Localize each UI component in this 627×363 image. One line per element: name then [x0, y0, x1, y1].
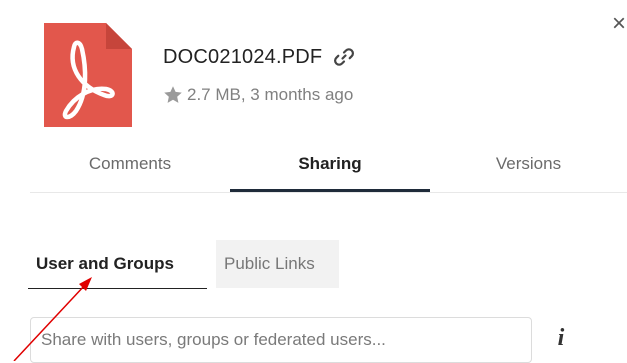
file-meta: 2.7 MB, 3 months ago	[187, 85, 354, 104]
pdf-file-icon	[44, 23, 132, 127]
file-meta-row: 2.7 MB, 3 months ago	[163, 83, 353, 107]
sidebar-tabs: Comments Sharing Versions	[30, 140, 627, 193]
file-name: DOC021024.PDF	[163, 45, 323, 68]
share-search-input[interactable]	[30, 317, 532, 363]
tab-versions[interactable]: Versions	[430, 140, 627, 190]
subtab-user-and-groups[interactable]: User and Groups	[28, 240, 207, 289]
info-icon[interactable]: i	[551, 320, 571, 356]
file-title-row: DOC021024.PDF	[163, 42, 355, 72]
close-button[interactable]: ×	[612, 10, 627, 38]
subtab-public-links[interactable]: Public Links	[216, 240, 339, 288]
link-icon[interactable]	[334, 47, 355, 67]
tab-comments[interactable]: Comments	[30, 140, 230, 190]
star-icon[interactable]	[163, 85, 183, 105]
tab-sharing[interactable]: Sharing	[230, 140, 430, 192]
